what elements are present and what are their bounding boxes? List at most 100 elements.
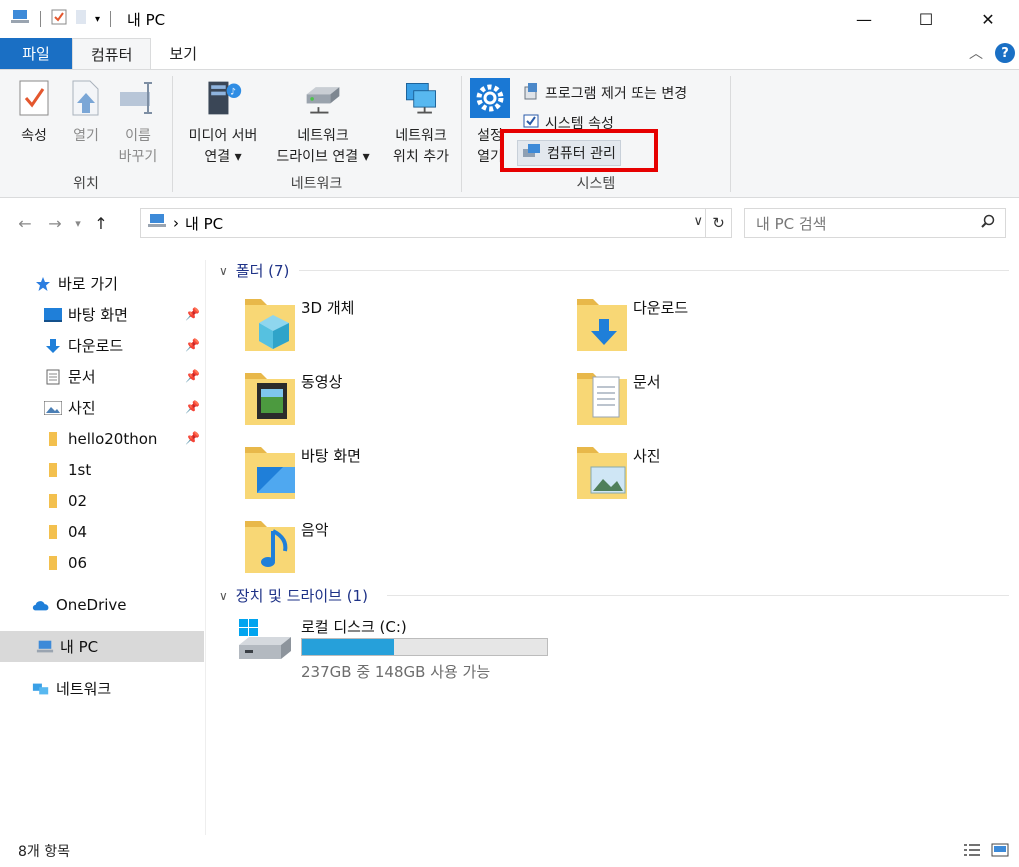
open-icon <box>66 76 106 120</box>
nav-item-label: hello20thon <box>68 429 158 448</box>
large-icons-view-icon[interactable] <box>991 843 1009 861</box>
open-label: 열기 <box>73 128 99 144</box>
refresh-icon[interactable]: ↻ <box>705 209 731 237</box>
videos-folder-icon <box>245 373 295 425</box>
breadcrumb-separator[interactable]: › <box>173 214 179 232</box>
pin-icon[interactable]: 📌 <box>185 307 200 321</box>
nav-this-pc-label: 내 PC <box>60 638 99 656</box>
properties-qat-icon[interactable] <box>51 9 67 29</box>
add-network-location-button[interactable]: 네트워크 위치 추가 <box>381 76 461 168</box>
qat-dropdown-icon[interactable]: ▾ <box>95 14 100 25</box>
nav-item-label: 02 <box>68 491 88 510</box>
media-server-label: 미디어 서버 연결 ▾ <box>188 128 258 165</box>
nav-onedrive[interactable]: OneDrive <box>0 589 204 620</box>
desktop-folder-icon <box>245 447 295 499</box>
properties-label: 속성 <box>21 128 47 144</box>
network-icon <box>32 681 50 697</box>
window-controls: — ☐ ✕ <box>833 0 1019 38</box>
svg-text:♪: ♪ <box>230 87 236 97</box>
this-pc-icon <box>36 639 54 655</box>
minimize-button[interactable]: — <box>833 0 895 38</box>
divider <box>40 11 41 27</box>
drive-tile-c[interactable]: 로컬 디스크 (C:) 237GB 중 148GB 사용 가능 <box>237 611 567 681</box>
tab-computer[interactable]: 컴퓨터 <box>72 38 152 69</box>
address-bar[interactable]: › 내 PC ∨ ↻ <box>140 208 732 238</box>
section-header-folders[interactable]: ∨ 폴더 (7) <box>219 260 289 281</box>
up-arrow-icon[interactable]: ↑ <box>86 214 116 233</box>
status-bar: 8개 항목 <box>0 835 1019 867</box>
network-location-icon <box>401 76 441 120</box>
address-dropdown-icon[interactable]: ∨ <box>693 214 703 229</box>
group-label-network: 네트워크 <box>290 176 343 192</box>
desktop-icon <box>44 307 62 323</box>
rename-button[interactable]: 이름 바꾸기 <box>112 76 164 168</box>
properties-icon <box>14 76 54 120</box>
new-folder-qat-icon[interactable] <box>75 9 87 29</box>
folder-tile-3d-objects[interactable]: 3D 개체 <box>243 293 563 363</box>
search-box[interactable]: 내 PC 검색 <box>744 208 1006 238</box>
nav-item-downloads[interactable]: 다운로드 📌 <box>0 330 204 361</box>
close-button[interactable]: ✕ <box>957 0 1019 38</box>
drive-name: 로컬 디스크 (C:) <box>301 618 407 636</box>
folder-tile-videos[interactable]: 동영상 <box>243 367 563 437</box>
maximize-button[interactable]: ☐ <box>895 0 957 38</box>
folder-tile-documents[interactable]: 문서 <box>575 367 895 437</box>
media-server-button[interactable]: ♪ 미디어 서버 연결 ▾ <box>178 76 268 168</box>
folder-name: 3D 개체 <box>301 299 355 317</box>
nav-item-label: 바탕 화면 <box>68 306 128 324</box>
onedrive-cloud-icon <box>32 597 50 613</box>
folder-tile-pictures[interactable]: 사진 <box>575 441 895 511</box>
section-header-drives[interactable]: ∨ 장치 및 드라이브 (1) <box>219 585 368 606</box>
folder-icon <box>44 524 62 540</box>
nav-item-documents[interactable]: 문서 📌 <box>0 361 204 392</box>
properties-button[interactable]: 속성 <box>12 76 56 147</box>
nav-network[interactable]: 네트워크 <box>0 673 204 704</box>
details-view-icon[interactable] <box>963 843 981 861</box>
media-server-icon: ♪ <box>203 76 243 120</box>
recent-locations-chevron-icon[interactable]: ▾ <box>70 217 86 230</box>
nav-this-pc[interactable]: 내 PC <box>0 631 204 662</box>
pin-icon[interactable]: 📌 <box>185 400 200 414</box>
folder-name: 문서 <box>633 373 661 391</box>
nav-item-1st[interactable]: 1st <box>0 454 204 485</box>
tab-view[interactable]: 보기 <box>151 38 215 69</box>
file-explorer-window: ▾ 내 PC — ☐ ✕ 파일 컴퓨터 보기 ︿ ? 속성 열기 이름 바꾸기 … <box>0 0 1019 867</box>
ribbon: 속성 열기 이름 바꾸기 위치 ♪ 미디어 서버 연결 ▾ 네트워크 드라이브 … <box>0 69 1019 198</box>
nav-item-desktop[interactable]: 바탕 화면 📌 <box>0 299 204 330</box>
folder-tile-desktop[interactable]: 바탕 화면 <box>243 441 563 511</box>
window-title: 내 PC <box>127 10 166 29</box>
network-drive-icon <box>303 76 343 120</box>
pin-icon[interactable]: 📌 <box>185 431 200 445</box>
ribbon-group-network: ♪ 미디어 서버 연결 ▾ 네트워크 드라이브 연결 ▾ 네트워크 위치 추가 … <box>173 70 460 197</box>
nav-item-06[interactable]: 06 <box>0 547 204 578</box>
forward-arrow-icon[interactable]: → <box>40 214 70 233</box>
folder-name: 음악 <box>301 521 329 539</box>
back-arrow-icon[interactable]: ← <box>10 214 40 233</box>
folder-tile-music[interactable]: 음악 <box>243 515 563 585</box>
nav-quick-access[interactable]: 바로 가기 <box>0 268 204 299</box>
folder-icon <box>44 493 62 509</box>
nav-item-04[interactable]: 04 <box>0 516 204 547</box>
nav-item-pictures[interactable]: 사진 📌 <box>0 392 204 423</box>
collapse-ribbon-icon[interactable]: ︿ <box>969 43 983 63</box>
ribbon-group-location: 속성 열기 이름 바꾸기 위치 <box>0 70 172 197</box>
uninstall-program-button[interactable]: 프로그램 제거 또는 변경 <box>522 80 687 106</box>
map-network-drive-button[interactable]: 네트워크 드라이브 연결 ▾ <box>267 76 379 168</box>
breadcrumb-this-pc[interactable]: 내 PC <box>185 213 223 234</box>
title-bar: ▾ 내 PC — ☐ ✕ <box>0 0 1019 38</box>
nav-network-label: 네트워크 <box>56 680 112 698</box>
tab-file[interactable]: 파일 <box>0 38 72 69</box>
ribbon-tabs-right: ︿ ? <box>969 43 1015 63</box>
open-button[interactable]: 열기 <box>66 76 106 147</box>
folder-icon <box>44 431 62 447</box>
folder-name: 사진 <box>633 447 661 465</box>
pin-icon[interactable]: 📌 <box>185 369 200 383</box>
pin-icon[interactable]: 📌 <box>185 338 200 352</box>
nav-item-hello20thon[interactable]: hello20thon 📌 <box>0 423 204 454</box>
section-title-drives: 장치 및 드라이브 (1) <box>235 587 368 605</box>
rename-icon <box>118 76 158 120</box>
folder-tile-downloads[interactable]: 다운로드 <box>575 293 895 363</box>
chevron-down-icon: ∨ <box>219 263 228 278</box>
help-icon[interactable]: ? <box>995 43 1015 63</box>
nav-item-02[interactable]: 02 <box>0 485 204 516</box>
